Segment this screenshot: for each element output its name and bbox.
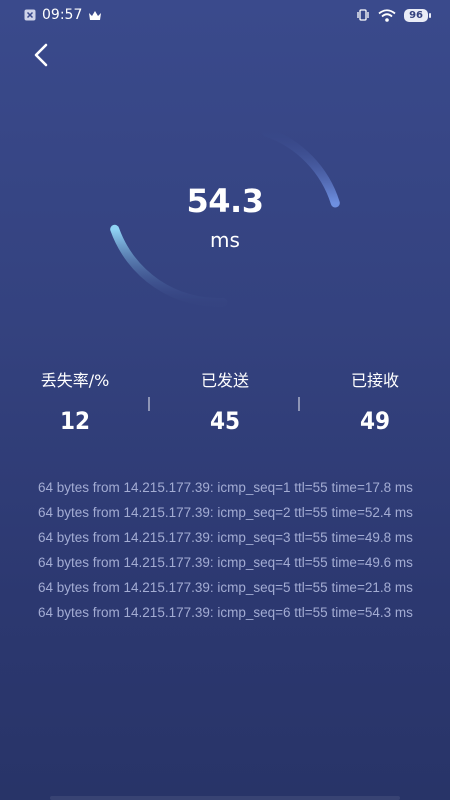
stat-sent: 已发送 45 — [150, 370, 300, 435]
log-line: 64 bytes from 14.215.177.39: icmp_seq=4 … — [38, 555, 413, 570]
stat-loss-rate: 丢失率/% 12 — [0, 370, 150, 435]
back-button[interactable] — [26, 40, 56, 70]
stats-row: 丢失率/% 12 已发送 45 已接收 49 — [0, 370, 450, 440]
wifi-icon — [378, 8, 396, 22]
latency-unit: ms — [210, 228, 240, 252]
log-line: 64 bytes from 14.215.177.39: icmp_seq=1 … — [38, 480, 413, 495]
chevron-left-icon — [34, 43, 48, 67]
stat-value: 49 — [359, 407, 391, 435]
log-line: 64 bytes from 14.215.177.39: icmp_seq=3 … — [38, 530, 413, 545]
close-box-icon — [24, 9, 36, 21]
latency-value: 54.3 — [186, 182, 264, 220]
stat-label: 已发送 — [200, 371, 249, 390]
ping-log: 64 bytes from 14.215.177.39: icmp_seq=1 … — [38, 480, 428, 630]
stat-value: 45 — [209, 407, 241, 435]
stat-received: 已接收 49 — [300, 370, 450, 435]
log-line: 64 bytes from 14.215.177.39: icmp_seq=2 … — [38, 505, 413, 520]
crown-icon — [88, 10, 102, 21]
bottom-edge-bar — [50, 796, 400, 800]
status-left: 09:57 — [24, 7, 102, 23]
stat-value: 12 — [59, 407, 91, 435]
battery-icon: 96 — [404, 8, 431, 22]
stat-label: 丢失率/% — [40, 371, 110, 390]
vibrate-icon — [356, 9, 370, 21]
stat-label: 已接收 — [350, 371, 399, 390]
status-time: 09:57 — [42, 7, 83, 23]
status-right: 96 — [356, 8, 431, 22]
log-line: 64 bytes from 14.215.177.39: icmp_seq=6 … — [38, 605, 413, 620]
log-line: 64 bytes from 14.215.177.39: icmp_seq=5 … — [38, 580, 413, 595]
status-bar: 09:57 96 — [0, 0, 450, 30]
